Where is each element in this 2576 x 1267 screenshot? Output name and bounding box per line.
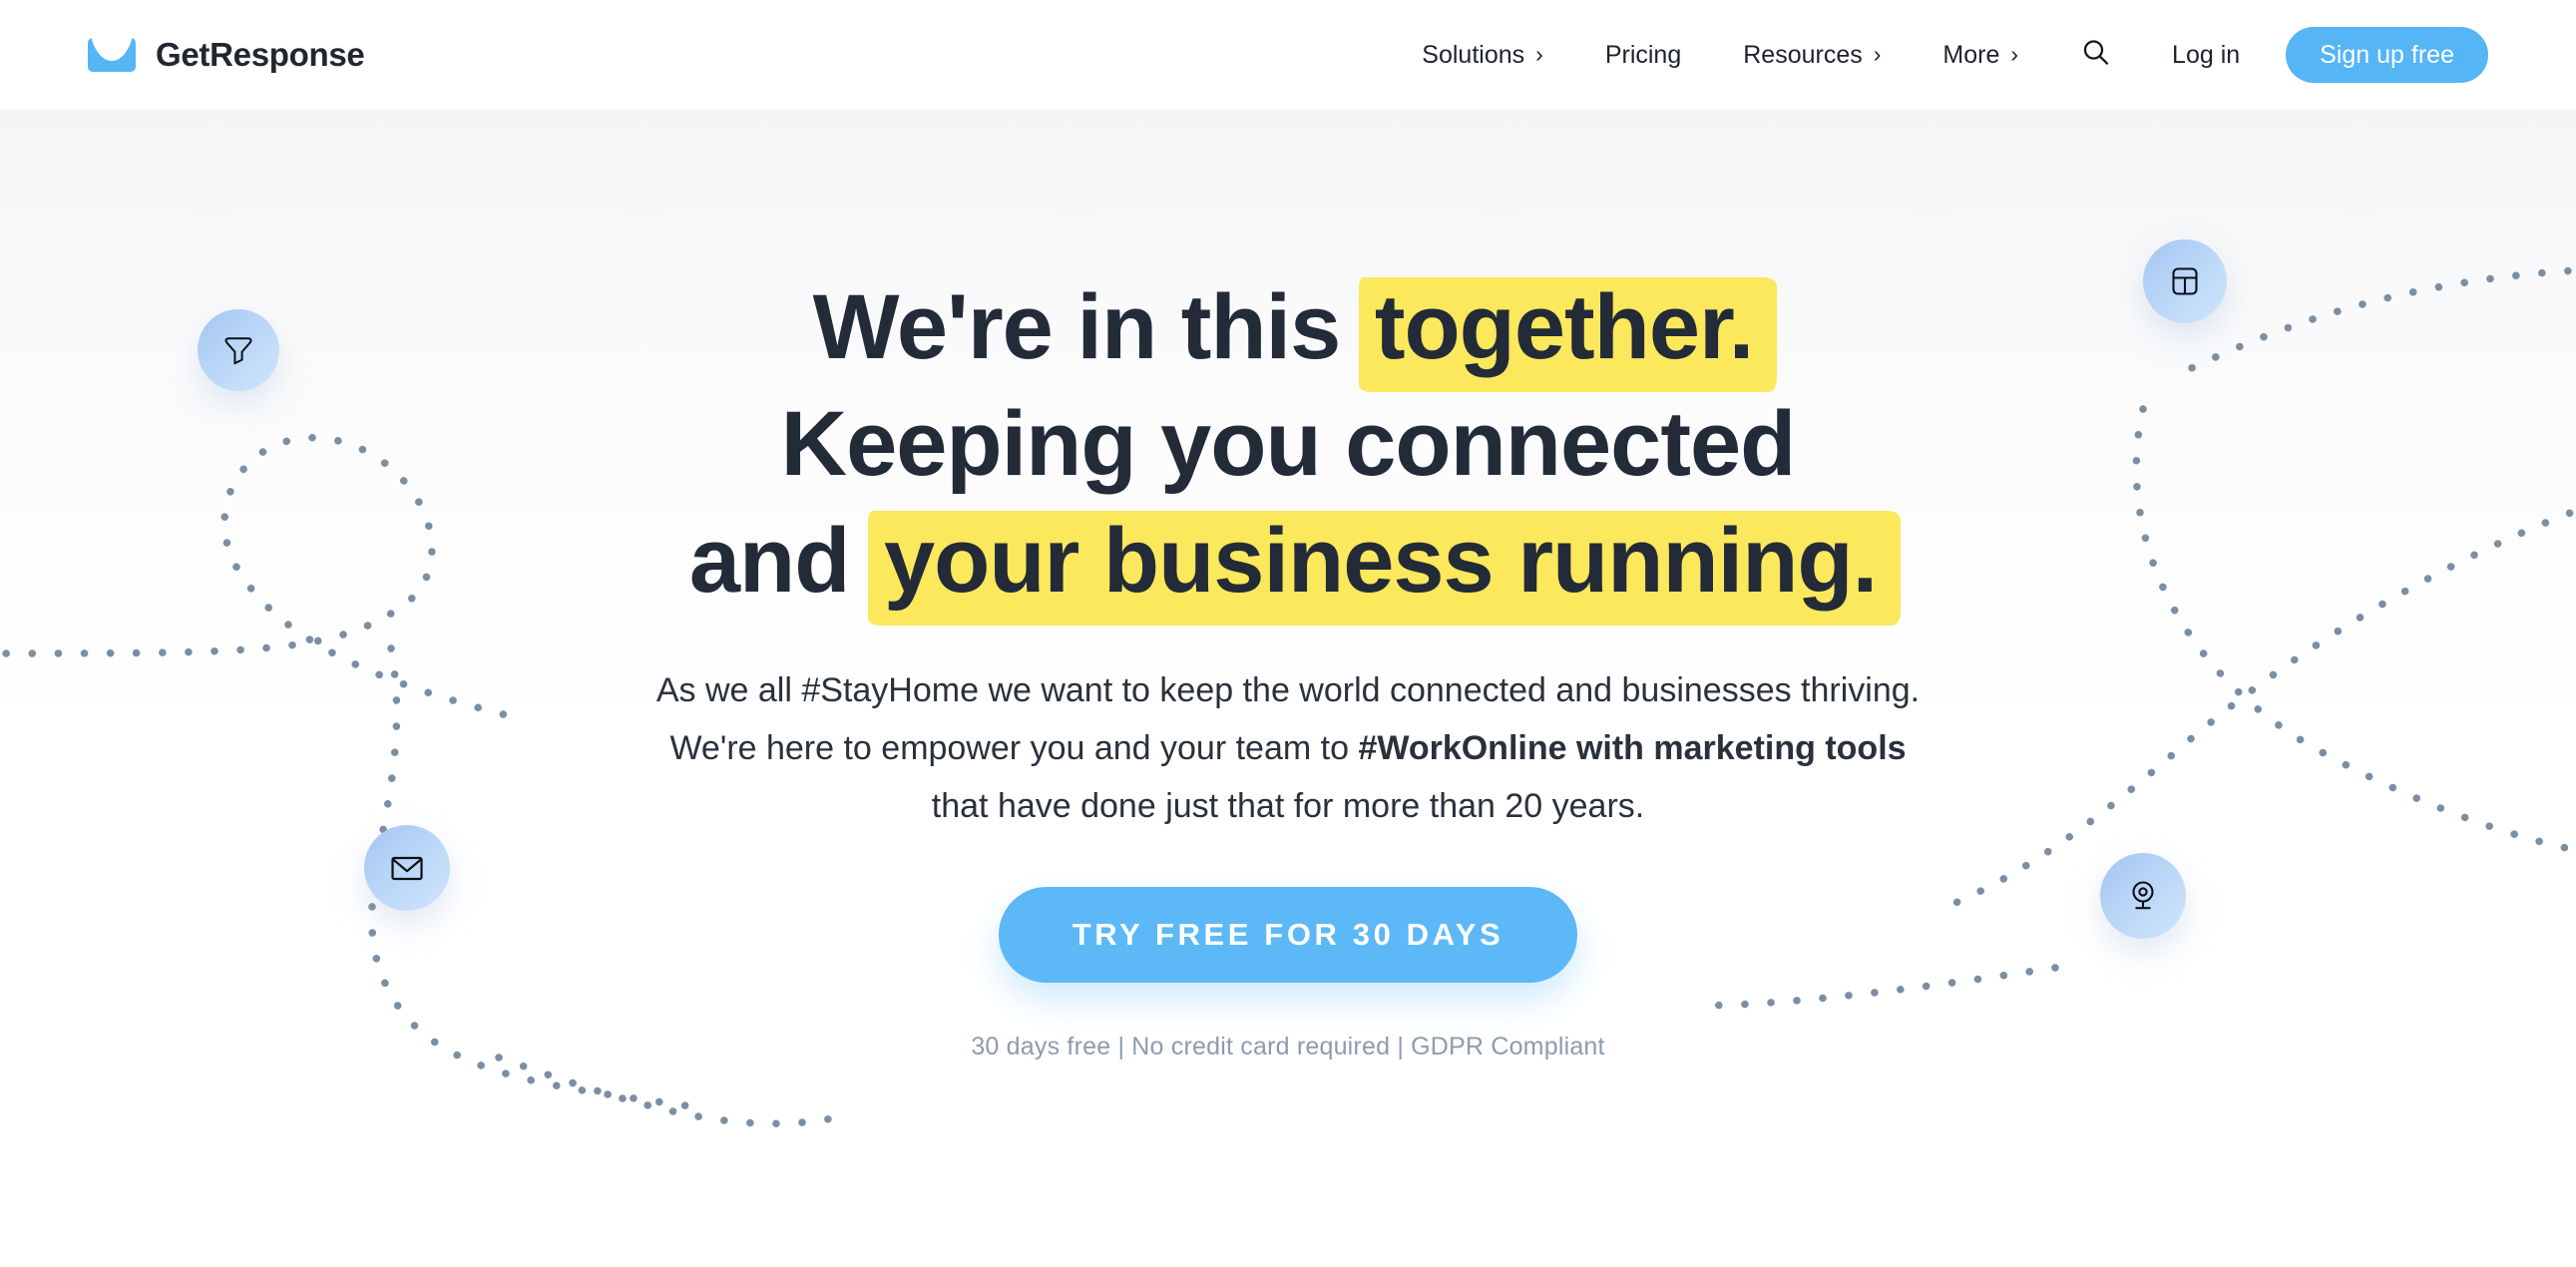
nav-item-more[interactable]: More › bbox=[1942, 41, 2018, 70]
chevron-right-icon: › bbox=[2010, 40, 2019, 67]
main-navigation: Solutions › Pricing Resources › More › L… bbox=[1422, 27, 2576, 83]
nav-label: More bbox=[1942, 40, 2000, 69]
hero-subcopy: As we all #StayHome we want to keep the … bbox=[0, 661, 2576, 835]
nav-item-resources[interactable]: Resources › bbox=[1743, 41, 1881, 70]
headline-line-1-plain: We're in this bbox=[812, 276, 1365, 378]
headline-line-1: We're in this together. bbox=[0, 269, 2576, 392]
subcopy-line-2-bold: #WorkOnline with marketing tools bbox=[1358, 729, 1907, 767]
nav-label: Resources bbox=[1743, 40, 1863, 69]
page-root: GetResponse Solutions › Pricing Resource… bbox=[0, 0, 2576, 1267]
cta-container: TRY FREE FOR 30 DAYS bbox=[0, 887, 2576, 983]
subcopy-line-1: As we all #StayHome we want to keep the … bbox=[655, 671, 1921, 709]
subcopy-line-2: We're here to empower you and your team … bbox=[0, 719, 2576, 777]
search-button[interactable] bbox=[2080, 37, 2112, 74]
try-free-button[interactable]: TRY FREE FOR 30 DAYS bbox=[998, 887, 1578, 983]
nav-label: Pricing bbox=[1604, 40, 1682, 69]
headline-line-3-plain: and bbox=[688, 510, 874, 612]
headline-line-3: and your business running. bbox=[0, 503, 2576, 626]
headline-highlight-together: together. bbox=[1358, 269, 1778, 392]
brand-name: GetResponse bbox=[156, 36, 365, 73]
nav-label: Solutions bbox=[1422, 40, 1525, 69]
cta-legal-note: 30 days free | No credit card required |… bbox=[971, 1033, 1605, 1060]
subcopy-line-2-plain: We're here to empower you and your team … bbox=[669, 729, 1359, 767]
hero-section: We're in this together. Keeping you conn… bbox=[0, 110, 2576, 1267]
chevron-right-icon: › bbox=[1873, 40, 1882, 67]
nav-item-solutions[interactable]: Solutions › bbox=[1422, 41, 1543, 70]
headline-highlight-business: your business running. bbox=[867, 503, 1902, 626]
headline-line-2: Keeping you connected bbox=[780, 393, 1797, 495]
site-header: GetResponse Solutions › Pricing Resource… bbox=[0, 0, 2576, 110]
subcopy-line-3: that have done just that for more than 2… bbox=[931, 787, 1645, 825]
search-icon bbox=[2080, 37, 2112, 74]
login-link[interactable]: Log in bbox=[2172, 41, 2240, 70]
hero-headline: We're in this together. Keeping you conn… bbox=[0, 269, 2576, 626]
signup-free-button[interactable]: Sign up free bbox=[2286, 27, 2488, 83]
brand-logo[interactable]: GetResponse bbox=[88, 36, 365, 74]
chevron-right-icon: › bbox=[1535, 40, 1543, 67]
nav-item-pricing[interactable]: Pricing bbox=[1605, 41, 1681, 70]
envelope-logo-icon bbox=[88, 38, 136, 72]
hero-content: We're in this together. Keeping you conn… bbox=[0, 110, 2576, 1061]
